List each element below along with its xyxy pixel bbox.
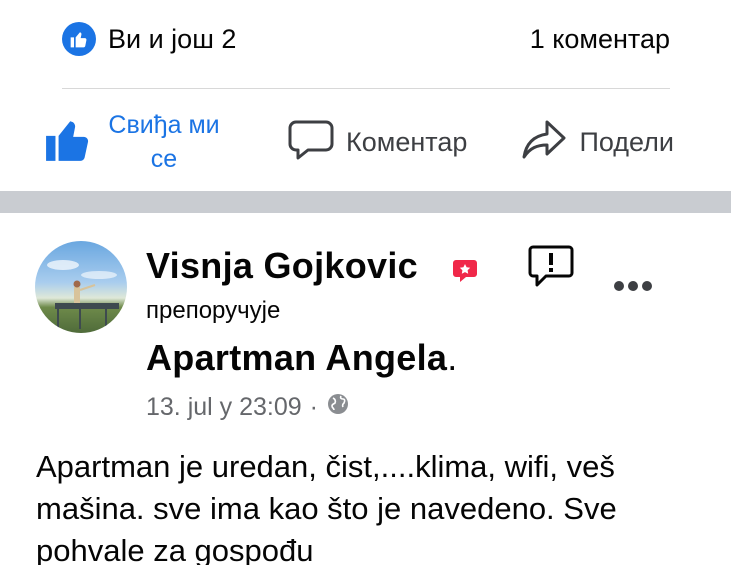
like-label: Свиђа ми се	[108, 111, 220, 173]
review-text: Apartman je uredan, čist,....klima, wifi…	[36, 449, 617, 565]
share-label: Подели	[579, 126, 674, 157]
report-icon[interactable]	[528, 244, 574, 293]
reactions-count-text[interactable]: Ви и још 2	[108, 24, 236, 55]
more-options-icon[interactable]	[612, 279, 654, 298]
share-arrow-icon	[521, 118, 567, 167]
globe-icon	[326, 392, 350, 423]
meta-separator: ·	[309, 393, 318, 421]
section-separator	[0, 191, 731, 213]
page-name-period: .	[447, 337, 458, 378]
page-name-line: Apartman Angela.	[146, 337, 458, 379]
like-reaction-icon	[62, 22, 96, 56]
reactions-summary[interactable]: Ви и још 2 1 коментар	[62, 18, 670, 60]
comment-label: Коментар	[346, 126, 468, 157]
author-name[interactable]: Visnja Gojkovic	[146, 245, 418, 287]
badge-icon	[452, 258, 478, 289]
comment-count[interactable]: 1 коментар	[530, 24, 670, 55]
like-button[interactable]: Свиђа ми се	[44, 108, 234, 176]
comment-bubble-icon	[288, 118, 334, 167]
post-meta: 13. jul у 23:09 ·	[146, 392, 350, 423]
avatar[interactable]	[35, 241, 127, 333]
page-name-link[interactable]: Apartman Angela	[146, 337, 447, 378]
divider	[62, 88, 670, 89]
share-button[interactable]: Подели	[521, 118, 674, 167]
thumbs-up-icon	[44, 115, 94, 170]
post-timestamp[interactable]: 13. jul у 23:09	[146, 393, 302, 422]
comment-button[interactable]: Коментар	[288, 118, 467, 167]
recommends-label: препоручује	[146, 297, 281, 324]
post-actions: Свиђа ми се Коментар Подели	[44, 104, 674, 180]
